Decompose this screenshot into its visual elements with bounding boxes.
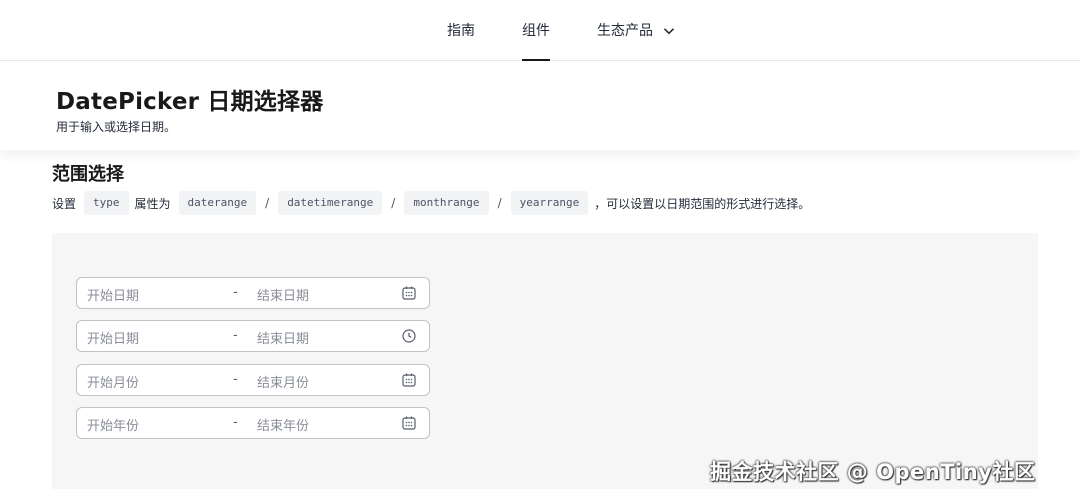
start-month-input[interactable]: 开始月份 <box>87 372 139 391</box>
page-description: 用于输入或选择日期。 <box>56 120 177 134</box>
clock-icon[interactable] <box>402 329 416 343</box>
monthrange-picker[interactable]: 开始月份 - 结束月份 <box>76 364 430 396</box>
desc-mid: 属性为 <box>134 196 171 211</box>
nav-item-label: 组件 <box>522 23 550 39</box>
start-year-input[interactable]: 开始年份 <box>87 415 139 434</box>
nav-item-ecosystem[interactable]: 生态产品 <box>597 20 675 61</box>
calendar-icon[interactable] <box>402 416 416 430</box>
nav-item-label: 指南 <box>447 23 475 39</box>
range-separator: - <box>233 415 238 430</box>
top-nav: 指南 组件 生态产品 <box>0 0 1080 61</box>
start-date-input[interactable]: 开始日期 <box>87 285 139 304</box>
range-separator: - <box>233 285 238 300</box>
code-type: type <box>84 191 129 215</box>
code-daterange: daterange <box>178 191 257 215</box>
separator: / <box>265 196 270 210</box>
start-date-input[interactable]: 开始日期 <box>87 328 139 347</box>
desc-prefix: 设置 <box>52 196 77 211</box>
desc-suffix: ，可以设置以日期范围的形式进行选择。 <box>594 196 811 211</box>
calendar-icon[interactable] <box>402 286 416 300</box>
end-date-input[interactable]: 结束日期 <box>257 328 309 347</box>
datetimerange-picker[interactable]: 开始日期 - 结束日期 <box>76 320 430 352</box>
section-title: 范围选择 <box>52 164 124 185</box>
nav-item-components[interactable]: 组件 <box>522 20 550 61</box>
range-separator: - <box>233 372 238 387</box>
watermark: 掘金技术社区 @ OpenTiny社区 <box>710 460 1036 484</box>
daterange-picker[interactable]: 开始日期 - 结束日期 <box>76 277 430 309</box>
nav-item-label: 生态产品 <box>597 23 653 39</box>
yearrange-picker[interactable]: 开始年份 - 结束年份 <box>76 407 430 439</box>
range-separator: - <box>233 328 238 343</box>
page-title: DatePicker 日期选择器 <box>56 89 324 115</box>
nav-item-guide[interactable]: 指南 <box>447 20 475 61</box>
code-yearrange: yearrange <box>510 191 589 215</box>
page-header: DatePicker 日期选择器 用于输入或选择日期。 <box>0 62 1080 150</box>
end-date-input[interactable]: 结束日期 <box>257 285 309 304</box>
end-year-input[interactable]: 结束年份 <box>257 415 309 434</box>
separator: / <box>497 196 502 210</box>
code-monthrange: monthrange <box>404 191 489 215</box>
section-description: 设置 type 属性为 daterange / datetimerange / … <box>52 190 810 216</box>
chevron-down-icon <box>664 28 675 35</box>
code-datetimerange: datetimerange <box>278 191 383 215</box>
demo-panel: 开始日期 - 结束日期 开始日期 - 结束日期 开始月份 - 结束月份 开始年份… <box>52 233 1038 489</box>
calendar-icon[interactable] <box>402 373 416 387</box>
separator: / <box>391 196 396 210</box>
end-month-input[interactable]: 结束月份 <box>257 372 309 391</box>
